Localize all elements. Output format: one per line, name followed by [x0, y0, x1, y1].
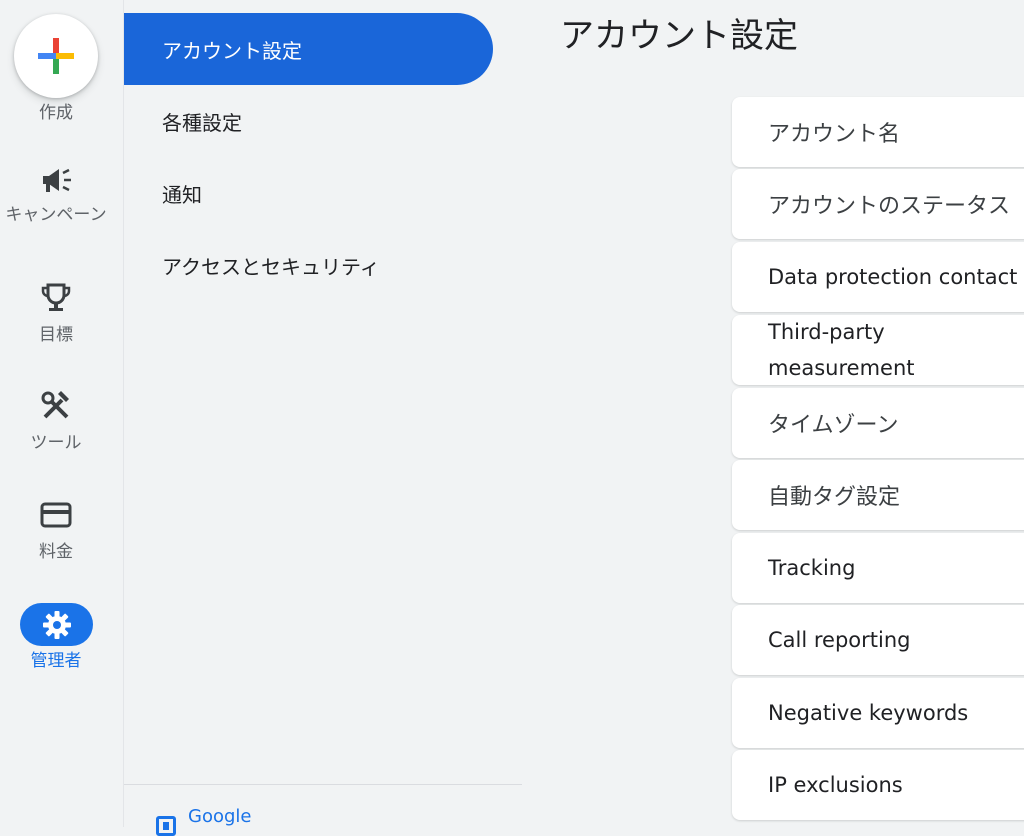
rail-item-campaigns[interactable]: キャンペーン — [0, 160, 112, 260]
megaphone-icon — [36, 162, 76, 198]
rail-item-admin[interactable] — [20, 603, 93, 646]
gear-icon — [42, 610, 71, 639]
subnav-item-notifications[interactable]: 通知 — [124, 157, 493, 229]
settings-row-account-status[interactable]: アカウントのステータス — [732, 169, 1024, 239]
settings-row-call-reporting[interactable]: Call reporting — [732, 605, 1024, 675]
settings-row-time-zone[interactable]: タイムゾーン — [732, 388, 1024, 458]
credit-card-icon — [36, 497, 76, 533]
page-title: アカウント設定 — [560, 16, 798, 56]
rail-item-goals[interactable]: 目標 — [0, 280, 112, 380]
settings-subnav: アカウント設定 各種設定 通知 アクセスとセキュリティ — [124, 0, 524, 827]
settings-row-tracking[interactable]: Tracking — [732, 533, 1024, 603]
trophy-icon — [36, 280, 76, 316]
navigation-rail: 作成 キャンペーン 目標 ツール 料金 管理者 — [0, 0, 124, 827]
google-ads-icon — [156, 816, 176, 836]
subnav-item-preferences[interactable]: 各種設定 — [124, 85, 493, 157]
plus-icon — [38, 38, 74, 74]
settings-row-account-name[interactable]: アカウント名 — [732, 97, 1024, 167]
footer-label: Google — [188, 806, 252, 827]
create-button[interactable] — [14, 14, 98, 98]
rail-item-label: キャンペーン — [5, 205, 107, 225]
subnav-divider — [124, 784, 522, 785]
rail-item-label: 目標 — [39, 325, 73, 345]
subnav-item-access-security[interactable]: アクセスとセキュリティ — [124, 229, 493, 301]
rail-item-tools[interactable]: ツール — [0, 388, 112, 488]
rail-item-label: 管理者 — [30, 651, 82, 671]
settings-row-data-protection-contact[interactable]: Data protection contact — [732, 242, 1024, 312]
settings-row-negative-keywords[interactable]: Negative keywords — [732, 678, 1024, 748]
settings-row-auto-tagging[interactable]: 自動タグ設定 — [732, 460, 1024, 530]
rail-item-label: ツール — [30, 433, 82, 453]
subnav-item-account-settings[interactable]: アカウント設定 — [124, 13, 493, 85]
create-label: 作成 — [39, 103, 73, 123]
settings-row-ip-exclusions[interactable]: IP exclusions — [732, 750, 1024, 820]
tools-icon — [36, 388, 76, 424]
google-footer-link[interactable]: Google — [156, 806, 251, 836]
rail-item-label: 料金 — [39, 542, 73, 562]
settings-row-third-party-measurement[interactable]: Third-party measurement — [732, 315, 1024, 385]
rail-item-billing[interactable]: 料金 — [0, 497, 112, 597]
